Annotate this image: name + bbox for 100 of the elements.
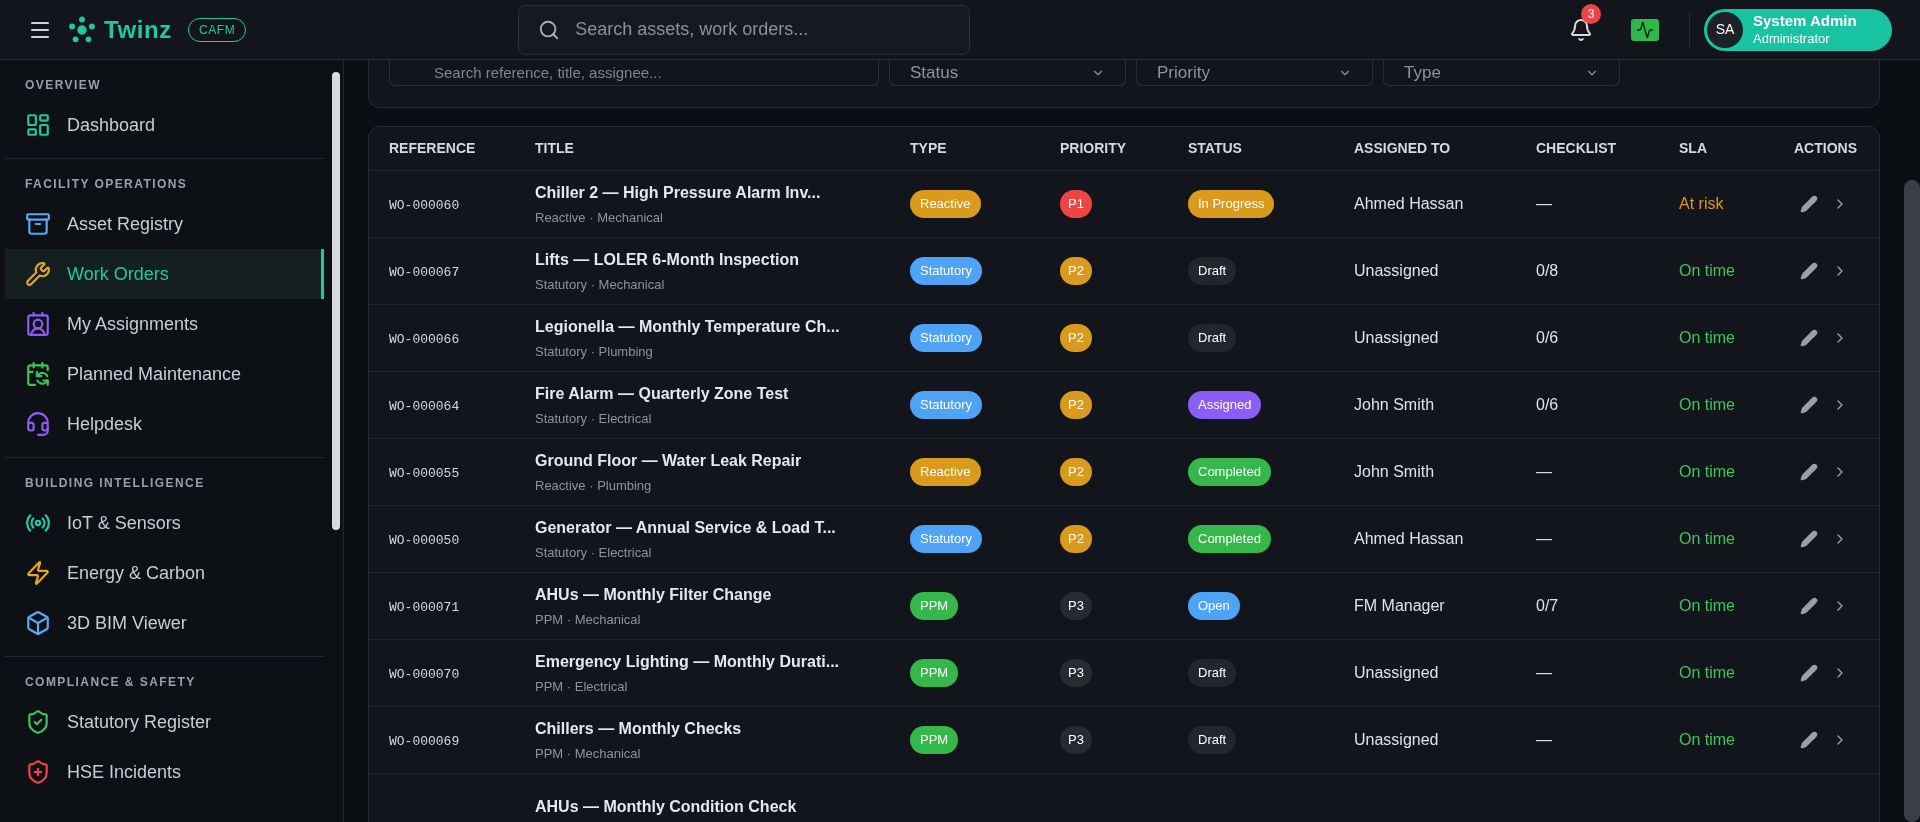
filter-search-field[interactable]: Search reference, title, assignee... — [389, 60, 879, 86]
edit-icon[interactable] — [1800, 597, 1818, 615]
assignee-cell: FM Manager — [1354, 597, 1445, 614]
shield-cross-icon — [25, 759, 51, 785]
type-tag: Statutory — [910, 257, 983, 285]
status-tag: Draft — [1188, 726, 1237, 754]
user-avatar: SA — [1707, 11, 1743, 48]
section-heading: COMPLIANCE & SAFETY — [24, 674, 197, 691]
title-cell[interactable]: Lifts — LOLER 6-Month Inspection — [535, 247, 910, 272]
assignee-cell: Unassigned — [1354, 664, 1439, 681]
status-tag: Draft — [1188, 324, 1237, 352]
category-text: Reactive · Plumbing — [535, 476, 653, 495]
edit-icon[interactable] — [1800, 731, 1818, 749]
reference-cell: WO-000050 — [389, 533, 460, 548]
priority-tag: P2 — [1060, 324, 1092, 352]
column-header: TYPE — [910, 139, 948, 158]
calendar-icon — [25, 361, 51, 387]
priority-tag: P3 — [1060, 592, 1092, 620]
category-text: Statutory · Mechanical — [535, 275, 666, 294]
status-tag: In Progress — [1188, 190, 1275, 218]
search-field[interactable]: Search assets, work orders... — [518, 4, 971, 55]
status-tag: Draft — [1188, 659, 1237, 687]
edit-icon[interactable] — [1800, 329, 1818, 347]
wrench-icon — [25, 261, 51, 287]
notifications-icon[interactable] — [1569, 17, 1593, 42]
edit-icon[interactable] — [1800, 396, 1818, 414]
title-cell[interactable]: Emergency Lighting — Monthly Durati... — [535, 649, 910, 674]
priority-tag: P2 — [1060, 458, 1092, 486]
category-text: PPM · Mechanical — [535, 744, 642, 763]
assignee-cell: Ahmed Hassan — [1354, 195, 1464, 212]
filter-dropdown[interactable]: Priority — [1136, 60, 1373, 86]
nav-item[interactable]: Dashboard — [5, 100, 324, 150]
status-tag: Completed — [1188, 525, 1271, 553]
type-tag: Reactive — [910, 190, 981, 218]
sla-text: On time — [1679, 463, 1735, 480]
edit-icon[interactable] — [1800, 463, 1818, 481]
title-cell[interactable]: Fire Alarm — Quarterly Zone Test — [535, 381, 910, 406]
sla-text: On time — [1679, 329, 1735, 346]
nav-item[interactable]: 3D BIM Viewer — [5, 598, 324, 648]
title-cell[interactable]: Chillers — Monthly Checks — [535, 716, 910, 741]
title-cell[interactable]: Legionella — Monthly Temperature Ch... — [535, 314, 910, 339]
checklist-cell: 0/6 — [1536, 396, 1559, 413]
search-icon — [538, 18, 561, 41]
nav-item[interactable]: HSE Incidents — [5, 747, 324, 797]
sla-text: On time — [1679, 664, 1735, 681]
edit-icon[interactable] — [1800, 195, 1818, 213]
priority-tag: P2 — [1060, 257, 1092, 285]
checklist-cell: 0/6 — [1536, 329, 1559, 346]
shield-check-icon — [25, 709, 51, 735]
checklist-cell: — — [1536, 195, 1552, 212]
reference-cell: WO-000067 — [389, 265, 460, 280]
priority-tag: P3 — [1060, 726, 1092, 754]
sla-text: On time — [1679, 530, 1735, 547]
title-cell[interactable]: AHUs — Monthly Condition Check — [535, 795, 910, 819]
sla-text: On time — [1679, 396, 1735, 413]
assignee-cell: Unassigned — [1354, 262, 1439, 279]
column-header: PRIORITY — [1060, 139, 1128, 158]
filter-dropdown[interactable]: Type — [1383, 60, 1620, 86]
nav-item[interactable]: IoT & Sensors — [5, 498, 324, 548]
user-role: Administrator — [1753, 30, 1831, 47]
title-cell[interactable]: Ground Floor — Water Leak Repair — [535, 448, 910, 473]
category-text: Statutory · Electrical — [535, 409, 653, 428]
status-tag: Assigned — [1188, 391, 1262, 419]
column-header: STATUS — [1188, 139, 1243, 158]
edit-icon[interactable] — [1800, 530, 1818, 548]
lightning-icon — [25, 560, 51, 586]
reference-cell: WO-000060 — [389, 198, 460, 213]
scrollbar[interactable] — [1904, 180, 1920, 822]
assignee-cell: John Smith — [1354, 396, 1435, 413]
nav-item[interactable]: Planned Maintenance — [5, 349, 324, 399]
type-tag: PPM — [910, 659, 959, 687]
nav-item[interactable]: Energy & Carbon — [5, 548, 324, 598]
priority-tag: P1 — [1060, 190, 1092, 218]
type-tag: Statutory — [910, 391, 983, 419]
status-tag: Draft — [1188, 257, 1237, 285]
priority-tag: P3 — [1060, 659, 1092, 687]
nav-item[interactable]: Work Orders — [5, 249, 324, 299]
title-cell[interactable]: Chiller 2 — High Pressure Alarm Inv... — [535, 180, 910, 205]
nav-item[interactable]: Helpdesk — [5, 399, 324, 449]
nav-item[interactable]: Statutory Register — [5, 697, 324, 747]
edit-icon[interactable] — [1800, 262, 1818, 280]
headset-icon — [25, 411, 51, 437]
category-text: PPM · Electrical — [535, 677, 629, 696]
activity-monitor-icon[interactable] — [1631, 18, 1659, 41]
type-tag: PPM — [910, 726, 959, 754]
user-name: System Admin — [1753, 12, 1857, 31]
column-header: ACTIONS — [1794, 139, 1858, 158]
title-cell[interactable]: AHUs — Monthly Filter Change — [535, 582, 910, 607]
filter-dropdown[interactable]: Status — [889, 60, 1126, 86]
scrollbar[interactable] — [332, 72, 340, 530]
checklist-cell: — — [1536, 463, 1552, 480]
nav-item[interactable]: My Assignments — [5, 299, 324, 349]
title-cell[interactable]: Generator — Annual Service & Load T... — [535, 515, 910, 540]
nav-item[interactable]: Asset Registry — [5, 199, 324, 249]
user-menu[interactable]: SA System Admin Administrator — [1704, 8, 1892, 51]
notification-count: 3 — [1581, 3, 1601, 24]
assignee-cell: Unassigned — [1354, 731, 1439, 748]
brand-name: Twinz — [104, 14, 172, 45]
checklist-cell: 0/8 — [1536, 262, 1559, 279]
edit-icon[interactable] — [1800, 664, 1818, 682]
